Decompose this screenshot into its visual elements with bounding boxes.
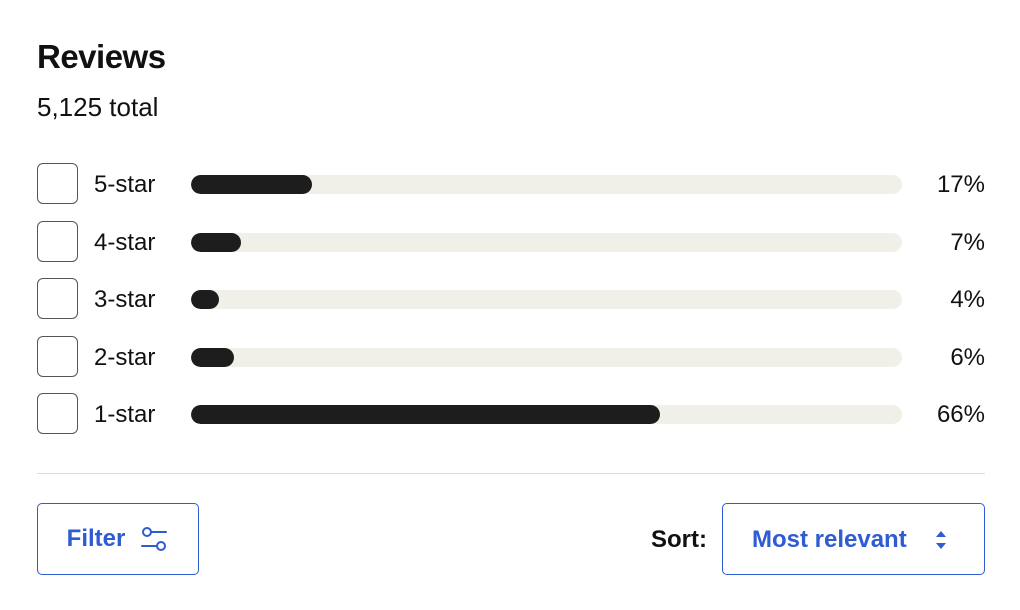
filter-button-label: Filter bbox=[66, 525, 126, 552]
filter-button[interactable]: Filter bbox=[37, 503, 199, 575]
up-down-chevron-icon bbox=[936, 531, 946, 549]
rating-bar-fill bbox=[191, 347, 234, 367]
rating-row-1-star: 1-star 66% bbox=[37, 393, 985, 436]
rating-label: 3-star bbox=[94, 286, 156, 313]
rating-bar-track bbox=[191, 232, 902, 252]
rating-percent: 66% bbox=[936, 401, 985, 428]
rating-bar-track bbox=[191, 290, 902, 309]
rating-bar-fill bbox=[191, 175, 312, 194]
sliders-icon bbox=[141, 527, 168, 551]
review-total-count: 5,125 total bbox=[37, 92, 159, 122]
rating-filter-checkbox-4-star[interactable] bbox=[37, 220, 78, 262]
rating-percent: 6% bbox=[950, 343, 985, 371]
sort-select[interactable]: Most relevant bbox=[722, 503, 985, 575]
rating-bar-track bbox=[191, 347, 902, 367]
divider bbox=[37, 473, 985, 474]
rating-bar-fill bbox=[191, 405, 661, 424]
rating-row-5-star: 5-star 17% bbox=[37, 163, 985, 206]
rating-filter-checkbox-5-star[interactable] bbox=[37, 163, 78, 204]
rating-bar-track bbox=[191, 175, 902, 194]
rating-filter-checkbox-2-star[interactable] bbox=[37, 335, 78, 377]
rating-row-3-star: 3-star 4% bbox=[37, 278, 985, 321]
rating-label: 1-star bbox=[94, 401, 156, 428]
rating-row-4-star: 4-star 7% bbox=[37, 220, 985, 264]
rating-breakdown: 5-star 17% 4-star 7% 3-star 4% 2-star 6%… bbox=[37, 163, 985, 451]
rating-percent: 17% bbox=[936, 171, 985, 198]
sort-selected-value: Most relevant bbox=[752, 526, 907, 553]
rating-bar-track bbox=[191, 405, 902, 424]
rating-label: 5-star bbox=[94, 171, 156, 198]
rating-percent: 7% bbox=[950, 228, 985, 256]
sort-label: Sort: bbox=[651, 526, 707, 553]
rating-bar-fill bbox=[191, 232, 241, 252]
rating-label: 4-star bbox=[94, 228, 156, 256]
rating-label: 2-star bbox=[94, 343, 156, 371]
rating-filter-checkbox-3-star[interactable] bbox=[37, 278, 78, 319]
rating-bar-fill bbox=[191, 290, 220, 309]
page-title: Reviews bbox=[37, 38, 166, 75]
rating-filter-checkbox-1-star[interactable] bbox=[37, 393, 78, 434]
rating-row-2-star: 2-star 6% bbox=[37, 335, 985, 379]
rating-percent: 4% bbox=[950, 286, 985, 313]
